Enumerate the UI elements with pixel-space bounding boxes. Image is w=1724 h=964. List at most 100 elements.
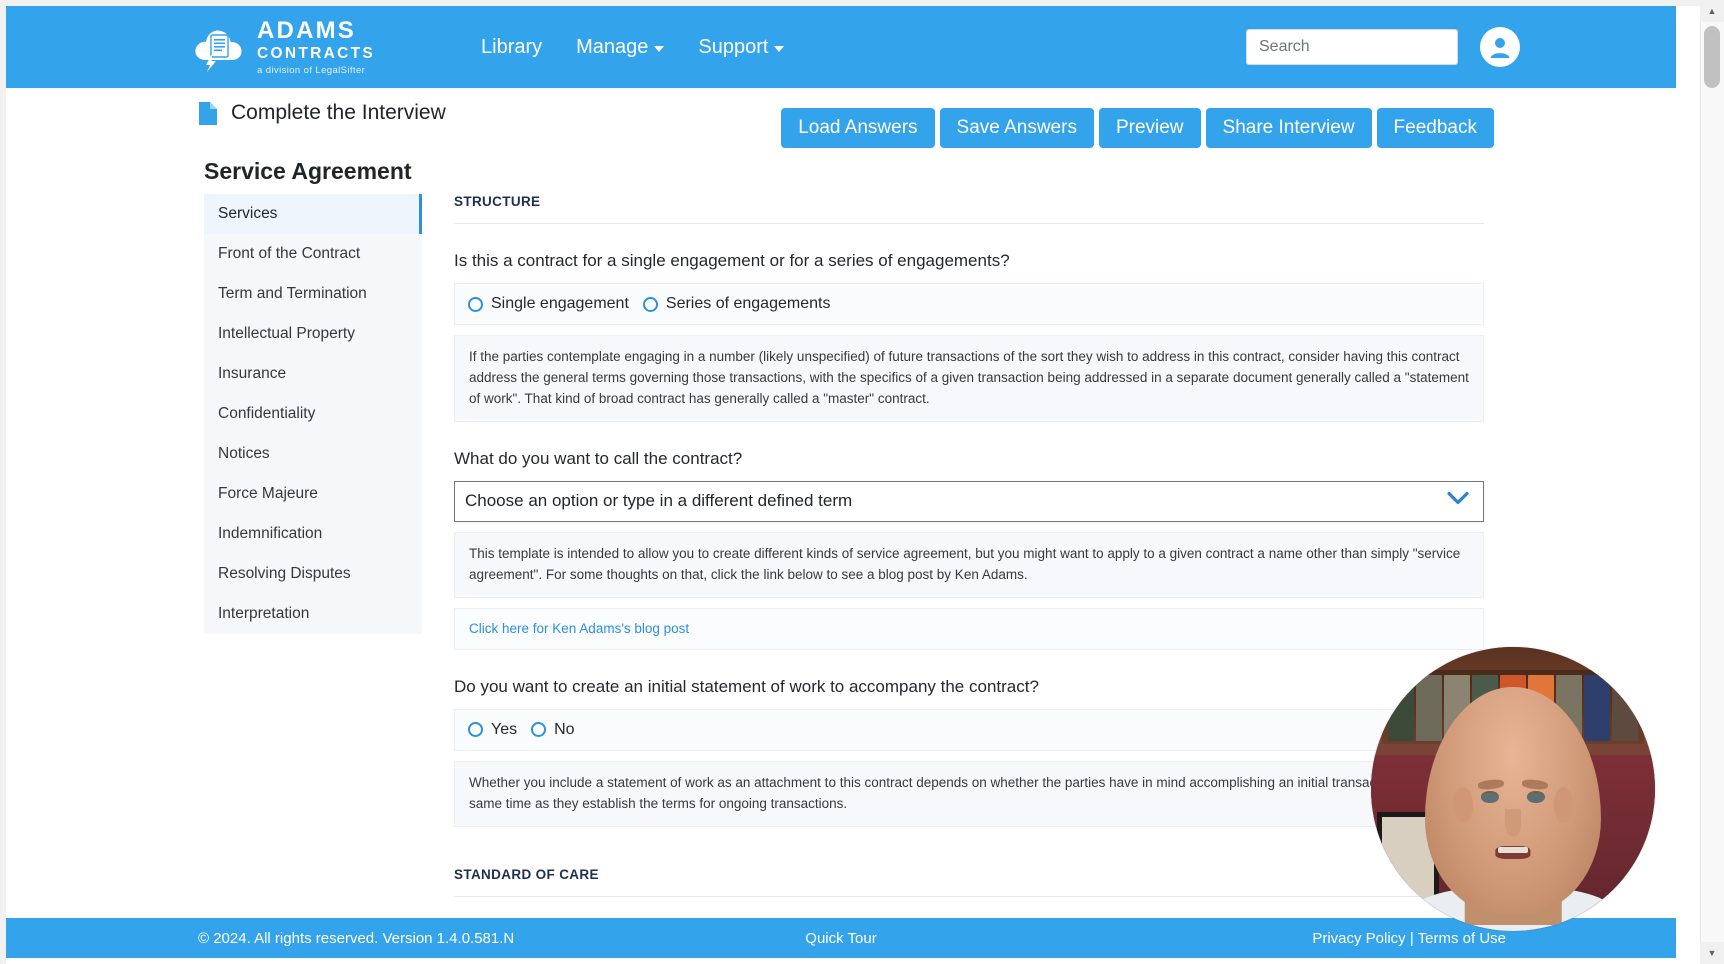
sidebar-item-label: Insurance <box>218 365 287 382</box>
brand-logo[interactable]: ADAMS CONTRACTS a division of LegalSifte… <box>192 19 375 75</box>
navbar-right-group <box>1246 27 1520 67</box>
nose <box>1505 809 1521 837</box>
nav-item-library-label: Library <box>481 35 543 58</box>
question-2-text: What do you want to call the contract? <box>454 448 743 468</box>
sidebar-item-label: Front of the Contract <box>218 245 361 262</box>
sidebar-item-label: Services <box>218 205 278 222</box>
sidebar-item-front-of-the-contract[interactable]: Front of the Contract <box>204 234 422 274</box>
question-3-text: Do you want to create an initial stateme… <box>454 676 1039 696</box>
load-answers-button[interactable]: Load Answers <box>781 108 935 148</box>
save-answers-button[interactable]: Save Answers <box>939 108 1094 148</box>
sidebar-item-label: Resolving Disputes <box>218 565 351 582</box>
interview-main-content: STRUCTURE Is this a contract for a singl… <box>454 194 1484 918</box>
book <box>1388 675 1415 741</box>
copyright-text: © 2024. All rights reserved. Version 1.4… <box>198 929 515 947</box>
eyebrow-right <box>1521 778 1549 791</box>
radio-icon[interactable] <box>642 296 658 312</box>
terms-of-use-link[interactable]: Terms of Use <box>1418 930 1506 947</box>
document-icon <box>199 101 217 125</box>
sidebar-item-notices[interactable]: Notices <box>204 434 422 474</box>
book <box>1583 675 1610 741</box>
nav-item-support[interactable]: Support <box>698 35 785 59</box>
nav-item-manage[interactable]: Manage <box>576 35 665 59</box>
page-header: Complete the Interview Load Answers Save… <box>6 88 1676 150</box>
radio-label: Series of engagements <box>665 295 831 313</box>
ken-adams-blog-link[interactable]: Click here for Ken Adams's blog post <box>469 621 689 636</box>
question-2-link-row: Click here for Ken Adams's blog post <box>454 607 1484 650</box>
interview-sidebar: Services Front of the Contract Term and … <box>204 194 422 634</box>
teeth <box>1498 846 1528 853</box>
radio-option-series-of-engagements[interactable]: Series of engagements <box>642 295 831 313</box>
sidebar-item-intellectual-property[interactable]: Intellectual Property <box>204 314 422 354</box>
radio-label: Single engagement <box>491 295 629 313</box>
question-1-help-text: If the parties contemplate engaging in a… <box>454 335 1484 422</box>
radio-option-single-engagement[interactable]: Single engagement <box>468 295 629 313</box>
sidebar-item-label: Interpretation <box>218 605 310 622</box>
select-value: Choose an option or type in a different … <box>465 491 853 511</box>
scrollbar-thumb[interactable] <box>1704 26 1720 88</box>
sidebar-item-interpretation[interactable]: Interpretation <box>204 594 422 634</box>
footer-legal-links: Privacy Policy | Terms of Use <box>1312 930 1506 947</box>
sidebar-item-resolving-disputes[interactable]: Resolving Disputes <box>204 554 422 594</box>
radio-option-no[interactable]: No <box>531 720 575 739</box>
nav-item-manage-label: Manage <box>576 35 649 58</box>
eye-left <box>1481 791 1499 803</box>
sidebar-item-term-and-termination[interactable]: Term and Termination <box>204 274 422 314</box>
top-navigation-bar: ADAMS CONTRACTS a division of LegalSifte… <box>6 6 1676 88</box>
eyebrow-left <box>1477 778 1505 791</box>
sidebar-item-services[interactable]: Services <box>204 194 422 234</box>
radio-label: No <box>554 720 575 738</box>
sidebar-item-label: Confidentiality <box>218 405 316 422</box>
feedback-button[interactable]: Feedback <box>1376 108 1494 148</box>
group-heading-standard-of-care: STANDARD OF CARE <box>454 867 1484 897</box>
sidebar-item-force-majeure[interactable]: Force Majeure <box>204 474 422 514</box>
question-2-help-text: This template is intended to allow you t… <box>454 531 1484 598</box>
cloud-document-bolt-icon <box>192 22 246 72</box>
page-title: Complete the Interview <box>199 101 446 125</box>
presenter-video-overlay[interactable] <box>1371 647 1655 931</box>
sidebar-item-confidentiality[interactable]: Confidentiality <box>204 394 422 434</box>
sidebar-item-insurance[interactable]: Insurance <box>204 354 422 394</box>
scroll-down-arrow-icon[interactable]: ▼ <box>1700 942 1724 964</box>
brand-tagline: a division of LegalSifter <box>257 64 366 76</box>
page-scrollbar[interactable]: ▲ ▼ <box>1700 0 1724 964</box>
eye-right <box>1527 791 1545 803</box>
radio-icon[interactable] <box>531 722 547 738</box>
footer-separator: | <box>1405 929 1418 947</box>
question-1-answers: Single engagement Series of engagements <box>454 283 1484 326</box>
interview-title: Service Agreement <box>204 158 412 184</box>
quick-tour-link[interactable]: Quick Tour <box>805 930 876 947</box>
sidebar-item-label: Notices <box>218 445 270 462</box>
primary-nav-links: Library Manage Support <box>481 35 785 59</box>
search-input[interactable] <box>1246 29 1458 65</box>
share-interview-button[interactable]: Share Interview <box>1205 108 1372 148</box>
radio-label: Yes <box>491 720 518 738</box>
sidebar-item-label: Indemnification <box>218 525 323 542</box>
page-title-text: Complete the Interview <box>231 101 446 124</box>
brand-name-line1: ADAMS <box>257 17 356 44</box>
radio-option-yes[interactable]: Yes <box>468 721 517 739</box>
group-heading-structure: STRUCTURE <box>454 194 1484 224</box>
book <box>1611 675 1638 741</box>
chevron-down-icon <box>654 46 665 52</box>
brand-name-line2: CONTRACTS <box>257 45 375 62</box>
book <box>1416 675 1442 741</box>
radio-icon[interactable] <box>468 296 483 312</box>
sidebar-item-indemnification[interactable]: Indemnification <box>204 514 422 554</box>
action-button-group: Load Answers Save Answers Preview Share … <box>781 108 1494 148</box>
ear-right <box>1553 786 1573 824</box>
app-viewport: ADAMS CONTRACTS a division of LegalSifte… <box>0 0 1724 964</box>
privacy-policy-link[interactable]: Privacy Policy <box>1312 930 1405 947</box>
nav-item-support-label: Support <box>698 35 769 58</box>
preview-button[interactable]: Preview <box>1098 108 1201 148</box>
scroll-up-arrow-icon[interactable]: ▲ <box>1700 0 1724 22</box>
ear-left <box>1453 786 1473 824</box>
nav-item-library[interactable]: Library <box>481 36 542 59</box>
chevron-down-icon[interactable] <box>1447 492 1469 511</box>
question-3-help-text: Whether you include a statement of work … <box>454 760 1484 827</box>
sidebar-item-label: Force Majeure <box>218 485 318 502</box>
contract-name-select[interactable]: Choose an option or type in a different … <box>454 480 1484 522</box>
radio-icon[interactable] <box>468 722 483 738</box>
user-account-icon[interactable] <box>1480 27 1520 67</box>
